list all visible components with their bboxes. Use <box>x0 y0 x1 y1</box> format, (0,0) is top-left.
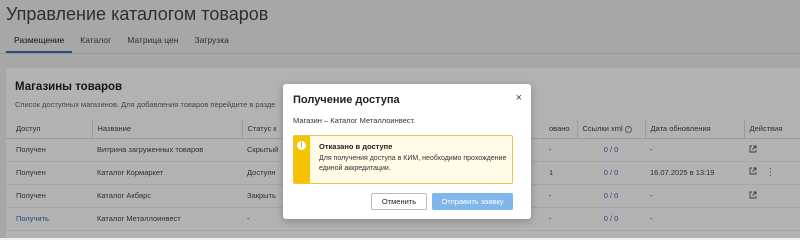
cancel-button[interactable]: Отменить <box>371 193 427 210</box>
warning-icon: ! <box>297 141 306 150</box>
dialog-title: Получение доступа <box>293 94 400 106</box>
alert-text: Для получения доступа в КИМ, необходимо … <box>319 155 507 172</box>
alert-title: Отказано в доступе <box>319 142 393 151</box>
close-icon[interactable]: × <box>516 93 522 104</box>
dialog-store-text: Магазин – Каталог Металлоинвест. <box>293 116 416 125</box>
warning-alert: ! Отказано в доступе Для получения досту… <box>293 135 513 184</box>
submit-request-button[interactable]: Отправить заявку <box>432 193 513 210</box>
alert-stripe: ! <box>294 136 310 183</box>
access-request-dialog: Получение доступа × Магазин – Каталог Ме… <box>283 84 531 219</box>
